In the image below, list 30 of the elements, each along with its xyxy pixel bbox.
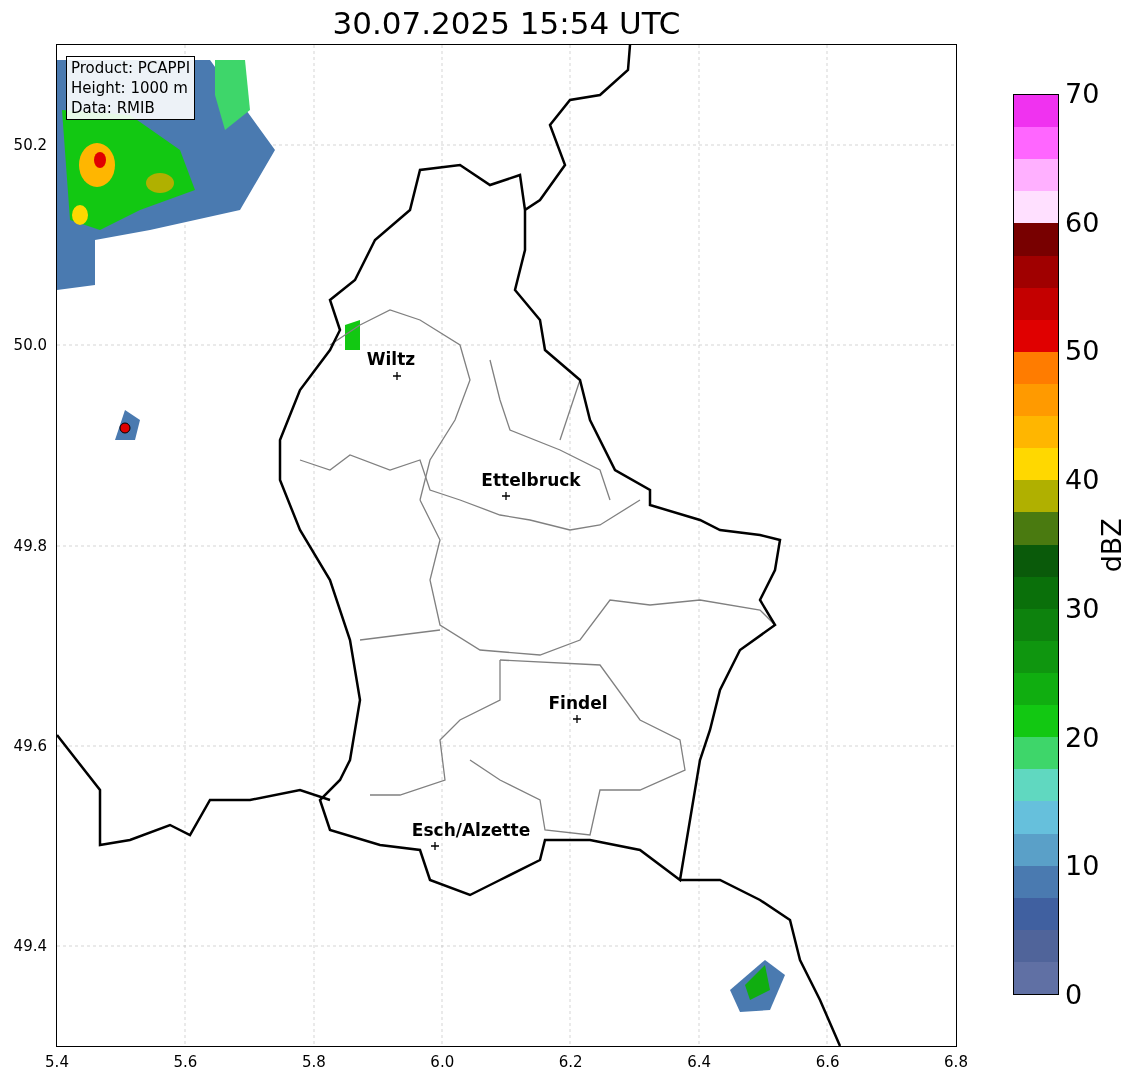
- axis-tick-label: 6.8: [944, 1053, 968, 1071]
- axis-tick-label: 6.6: [815, 1053, 840, 1071]
- city-label: Esch/Alzette: [411, 820, 531, 840]
- colorbar-tick-label: 0: [1065, 980, 1083, 1010]
- axis-tick-label: 49.8: [13, 536, 47, 555]
- axis-tick-label: 6.0: [430, 1053, 455, 1071]
- city-label: Findel: [548, 693, 608, 713]
- city-label: Wiltz: [366, 349, 416, 369]
- colorbar-tick-label: 50: [1065, 336, 1100, 367]
- axis-tick-label: 5.8: [301, 1053, 326, 1071]
- axis-tick-label: 6.2: [558, 1053, 583, 1071]
- axis-tick-label: 49.6: [13, 736, 47, 755]
- colorbar-tick-label: 40: [1065, 465, 1100, 496]
- colorbar-label: dBZ: [1094, 518, 1128, 573]
- colorbar-tick-label: 20: [1065, 722, 1100, 753]
- axis-tick-label: 50.0: [13, 336, 47, 355]
- colorbar-tick-label: 60: [1065, 207, 1100, 238]
- axis-tick-label: 5.4: [45, 1053, 69, 1071]
- axis-tick-label: 50.2: [13, 136, 47, 154]
- colorbar-tick-label: 10: [1065, 851, 1100, 882]
- colorbar-tick-label: 70: [1065, 79, 1100, 109]
- axis-tick-label: 49.4: [13, 937, 47, 955]
- info-text: Product: PCAPPI: [71, 58, 191, 78]
- city-label: Ettelbruck: [481, 470, 581, 490]
- colorbar-tick-label: 30: [1065, 593, 1100, 624]
- chart-title: 30.07.2025 15:54 UTC: [332, 3, 681, 43]
- axis-tick-label: 5.6: [173, 1053, 198, 1071]
- info-text: Data: RMIB: [71, 98, 156, 118]
- info-text: Height: 1000 m: [71, 78, 189, 98]
- axis-tick-label: 6.4: [687, 1053, 712, 1071]
